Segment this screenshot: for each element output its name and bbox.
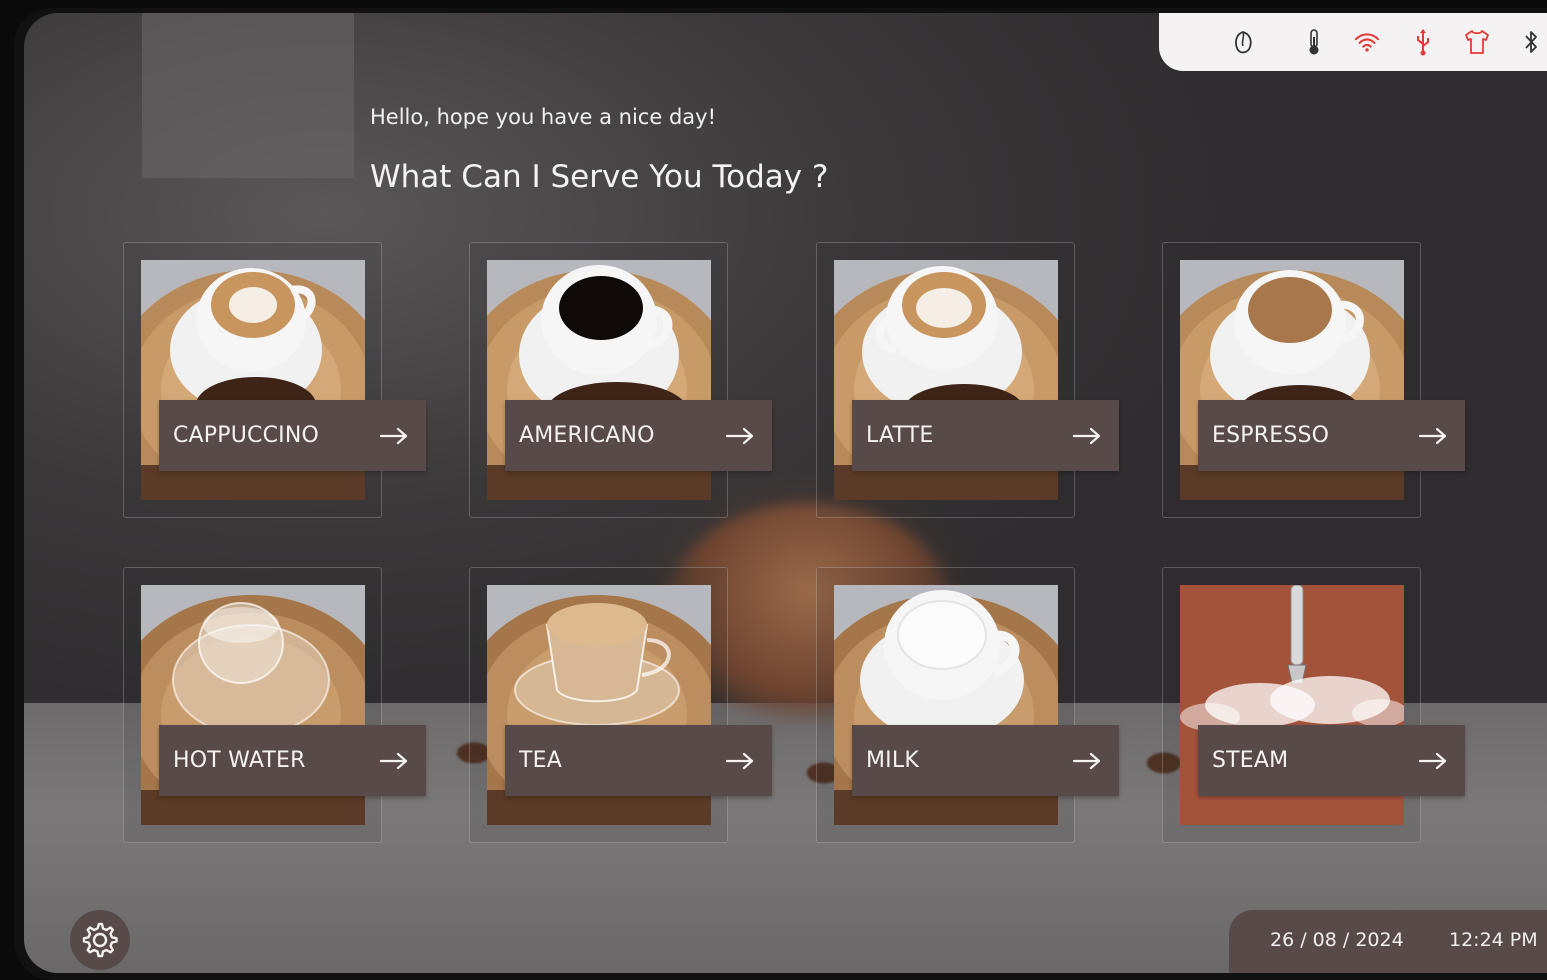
menu-card-hot-water[interactable]: HOT WATER (123, 567, 426, 843)
tea-label-bar[interactable]: TEA (505, 725, 772, 796)
latte-label-bar[interactable]: LATTE (852, 400, 1119, 471)
arrow-right-icon (1072, 752, 1101, 769)
arrow-right-icon (725, 427, 754, 444)
status-bar (1159, 13, 1547, 71)
bluetooth-icon (1518, 27, 1544, 57)
arrow-right-icon (379, 427, 408, 444)
logo-placeholder (142, 13, 354, 178)
menu-card-tea[interactable]: TEA (469, 567, 772, 843)
thermometer-icon (1301, 27, 1327, 57)
menu-card-espresso[interactable]: ESPRESSO (1162, 242, 1465, 518)
menu-item-label: TEA (519, 748, 562, 773)
menu-item-label: HOT WATER (173, 748, 306, 773)
menu-card-steam[interactable]: STEAM (1162, 567, 1465, 843)
espresso-label-bar[interactable]: ESPRESSO (1198, 400, 1465, 471)
gear-icon (82, 922, 118, 958)
arrow-right-icon (1418, 427, 1447, 444)
steam-label-bar[interactable]: STEAM (1198, 725, 1465, 796)
menu-item-label: CAPPUCCINO (173, 423, 320, 448)
milk-label-bar[interactable]: MILK (852, 725, 1119, 796)
menu-card-americano[interactable]: AMERICANO (469, 242, 772, 518)
date-display: 26 / 08 / 2024 (1270, 929, 1404, 951)
arrow-right-icon (1072, 427, 1101, 444)
settings-button[interactable] (70, 910, 130, 970)
datetime-panel: 26 / 08 / 2024 12:24 PM (1229, 910, 1547, 973)
menu-item-label: LATTE (866, 423, 934, 448)
hot-water-label-bar[interactable]: HOT WATER (159, 725, 426, 796)
menu-card-milk[interactable]: MILK (816, 567, 1119, 843)
menu-item-label: ESPRESSO (1212, 423, 1330, 448)
menu-item-label: MILK (866, 748, 919, 773)
wifi-icon (1354, 27, 1380, 57)
page-title: What Can I Serve You Today ? (370, 159, 829, 195)
arrow-right-icon (1418, 752, 1447, 769)
menu-card-cappuccino[interactable]: CAPPUCCINO (123, 242, 426, 518)
time-display: 12:24 PM (1449, 929, 1538, 951)
menu-item-label: AMERICANO (519, 423, 655, 448)
greeting-text: Hello, hope you have a nice day! (370, 105, 716, 129)
cappuccino-label-bar[interactable]: CAPPUCCINO (159, 400, 426, 471)
arrow-right-icon (725, 752, 754, 769)
menu-item-label: STEAM (1212, 748, 1289, 773)
usb-icon (1410, 27, 1436, 57)
shirt-icon (1464, 27, 1490, 57)
arrow-right-icon (379, 752, 408, 769)
menu-card-latte[interactable]: LATTE (816, 242, 1119, 518)
kiosk-screen: Hello, hope you have a nice day! What Ca… (24, 13, 1547, 973)
americano-label-bar[interactable]: AMERICANO (505, 400, 772, 471)
coffee-bean-icon (1230, 27, 1256, 57)
